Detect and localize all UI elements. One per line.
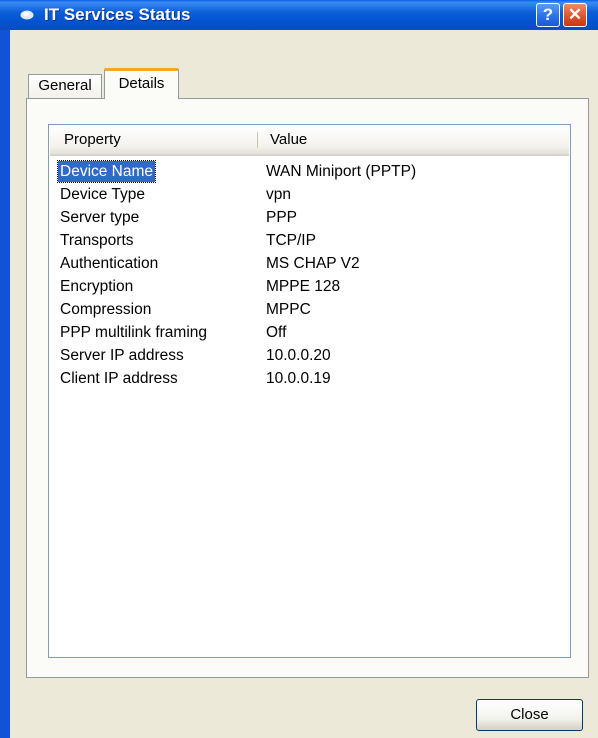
property-cell: Encryption (60, 278, 134, 295)
property-cell: Compression (60, 301, 152, 318)
tab-general[interactable]: General (28, 74, 102, 98)
value-cell: 10.0.0.20 (266, 347, 331, 364)
property-cell: Transports (60, 232, 134, 249)
column-divider[interactable] (257, 132, 258, 148)
value-cell: PPP (266, 209, 298, 226)
window-title: IT Services Status (44, 5, 191, 24)
value-cell: MPPE 128 (266, 278, 341, 295)
list-item-ppp-multilink[interactable]: PPP multilink framing Off (49, 322, 570, 345)
value-cell: WAN Miniport (PPTP) (266, 163, 417, 180)
help-button[interactable]: ? (536, 3, 560, 27)
list-item-device-name[interactable]: Device Name WAN Miniport (PPTP) (49, 160, 570, 184)
list-item-authentication[interactable]: Authentication MS CHAP V2 (49, 253, 570, 276)
window-border (0, 30, 10, 738)
list-item-encryption[interactable]: Encryption MPPE 128 (49, 276, 570, 299)
property-cell: Authentication (60, 255, 159, 272)
window-close-button[interactable]: ✕ (563, 3, 587, 27)
list-rows: Device Name WAN Miniport (PPTP) Device T… (49, 160, 570, 391)
list-item-client-ip[interactable]: Client IP address 10.0.0.19 (49, 368, 570, 391)
property-cell: Server IP address (60, 347, 184, 364)
title-bar[interactable]: IT Services Status ? ✕ (0, 0, 598, 30)
property-cell: Device Type (60, 186, 146, 203)
list-item-server-ip[interactable]: Server IP address 10.0.0.20 (49, 345, 570, 368)
list-item-server-type[interactable]: Server type PPP (49, 207, 570, 230)
list-item-transports[interactable]: Transports TCP/IP (49, 230, 570, 253)
column-header-property[interactable]: Property (64, 126, 244, 154)
value-cell: Off (266, 324, 287, 341)
property-cell: Client IP address (60, 370, 178, 387)
property-cell: Server type (60, 209, 140, 226)
value-cell: 10.0.0.19 (266, 370, 331, 387)
details-list-view[interactable]: Property Value Device Name WAN Miniport … (48, 124, 571, 658)
property-cell: Device Name (56, 160, 157, 183)
property-cell: PPP multilink framing (60, 324, 208, 341)
column-header-value[interactable]: Value (270, 126, 470, 154)
network-connection-icon (20, 10, 34, 20)
value-cell: TCP/IP (266, 232, 316, 249)
value-cell: MS CHAP V2 (266, 255, 360, 272)
status-dialog: IT Services Status ? ✕ General Details P… (0, 0, 598, 738)
list-item-compression[interactable]: Compression MPPC (49, 299, 570, 322)
list-header: Property Value (50, 126, 569, 156)
value-cell: vpn (266, 186, 291, 203)
tab-details[interactable]: Details (104, 68, 179, 99)
value-cell: MPPC (266, 301, 311, 318)
list-item-device-type[interactable]: Device Type vpn (49, 184, 570, 207)
close-button[interactable]: Close (476, 699, 583, 731)
